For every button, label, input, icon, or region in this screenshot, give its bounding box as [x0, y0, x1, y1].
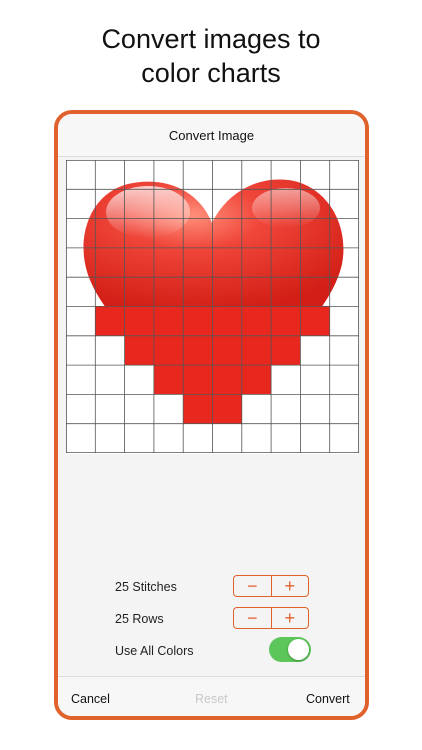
reset-button[interactable]: Reset	[195, 692, 228, 706]
dialog-title: Convert Image	[168, 128, 255, 143]
stitches-decrement-button[interactable]: −	[234, 576, 271, 596]
heart-highlight	[106, 186, 190, 238]
chart-preview-canvas	[66, 160, 359, 454]
rows-label: 25 Rows	[115, 612, 164, 626]
use-all-colors-toggle[interactable]	[269, 637, 311, 662]
stitches-stepper[interactable]: − +	[233, 575, 309, 597]
chart-preview[interactable]	[66, 160, 359, 454]
convert-button[interactable]: Convert	[306, 692, 350, 706]
stitches-increment-button[interactable]: +	[270, 576, 309, 596]
cancel-button[interactable]: Cancel	[71, 692, 110, 706]
headline: Convert images to color charts	[0, 22, 422, 90]
headline-line-2: color charts	[141, 58, 281, 88]
toggle-knob	[288, 639, 309, 660]
headline-line-1: Convert images to	[101, 24, 321, 54]
device-frame: Convert Image 25 Stitches − + 25 Rows − …	[54, 110, 369, 720]
stitches-label: 25 Stitches	[115, 580, 177, 594]
rows-stepper[interactable]: − +	[233, 607, 309, 629]
navigation-bar: Convert Image	[58, 114, 365, 157]
app-store-screenshot: Convert images to color charts Convert I…	[0, 0, 422, 750]
rows-decrement-button[interactable]: −	[234, 608, 271, 628]
use-all-colors-label: Use All Colors	[115, 644, 194, 658]
dialog-footer: Cancel Reset Convert	[58, 676, 365, 716]
rows-increment-button[interactable]: +	[270, 608, 309, 628]
heart-highlight-right	[252, 188, 320, 228]
